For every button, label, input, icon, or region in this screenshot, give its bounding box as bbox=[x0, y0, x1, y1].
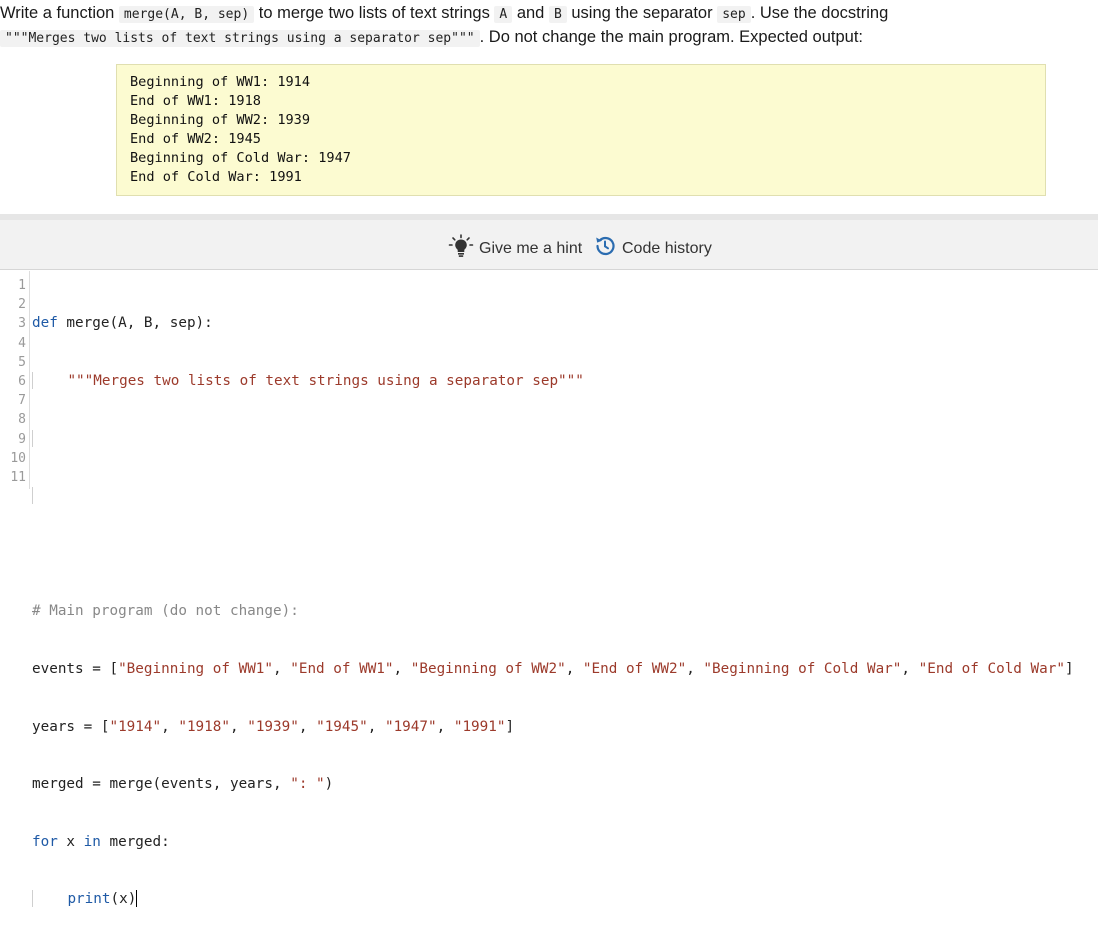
code-string: "End of Cold War" bbox=[918, 660, 1065, 677]
code-string: "1945" bbox=[316, 718, 368, 735]
code-sep: , bbox=[686, 660, 704, 677]
code-docstring: """Merges two lists of text strings usin… bbox=[67, 373, 584, 389]
code-string: ": " bbox=[290, 776, 325, 793]
code-sep: , bbox=[230, 718, 248, 735]
code-text: ] bbox=[505, 718, 515, 735]
code-text: (x) bbox=[110, 891, 137, 908]
code-history-label: Code history bbox=[622, 239, 712, 257]
code-builtin: print bbox=[67, 891, 111, 908]
code-sep: , bbox=[273, 660, 291, 677]
hint-button[interactable]: Give me a hint bbox=[448, 234, 582, 263]
instr-text: to merge two lists of text strings bbox=[254, 4, 495, 22]
code-sep: , bbox=[393, 660, 411, 677]
indent-guide bbox=[32, 487, 33, 505]
inline-code-b: B bbox=[548, 6, 567, 23]
task-instructions: Write a function merge(A, B, sep) to mer… bbox=[0, 2, 1098, 50]
code-line-1: def merge(A, B, sep): bbox=[32, 314, 1074, 333]
code-comment: # Main program (do not change): bbox=[32, 603, 299, 620]
inline-code-sep: sep bbox=[717, 6, 751, 23]
code-keyword: in bbox=[83, 833, 101, 850]
code-sep: , bbox=[901, 660, 919, 677]
code-sep: , bbox=[298, 718, 317, 735]
indent-guide bbox=[32, 372, 33, 389]
expected-output-box: Beginning of WW1: 1914 End of WW1: 1918 … bbox=[116, 64, 1046, 196]
indent-guide bbox=[32, 429, 33, 447]
code-text: merged = merge(events, years, bbox=[32, 776, 291, 793]
code-keyword: for bbox=[32, 833, 58, 850]
expected-output-line: Beginning of WW1: 1914 bbox=[130, 74, 311, 90]
expected-output-line: Beginning of WW2: 1939 bbox=[130, 112, 311, 128]
indent-guide bbox=[32, 890, 33, 908]
lightbulb-icon bbox=[448, 234, 474, 263]
line-number: 1 bbox=[18, 278, 26, 293]
code-sep: , bbox=[565, 660, 583, 677]
line-number-gutter: 1 2 3 4 5 6 7 8 9 10 11 bbox=[0, 276, 26, 487]
code-string: "1914" bbox=[109, 718, 162, 735]
code-lines[interactable]: def merge(A, B, sep): """Merges two list… bbox=[32, 276, 1074, 948]
code-keyword: def bbox=[32, 315, 58, 332]
instructions-line-1: Write a function merge(A, B, sep) to mer… bbox=[0, 2, 1098, 26]
code-line-9: merged = merge(events, years, ": ") bbox=[32, 775, 1074, 794]
code-text: ) bbox=[324, 776, 334, 793]
line-number: 10 bbox=[10, 450, 26, 466]
instructions-line-2: """Merges two lists of text strings usin… bbox=[0, 26, 1098, 50]
history-icon bbox=[593, 234, 617, 263]
hint-button-label: Give me a hint bbox=[479, 239, 583, 257]
code-string: "Beginning of WW1" bbox=[118, 660, 274, 677]
expected-output-line: End of WW2: 1945 bbox=[130, 131, 261, 147]
code-string: "End of WW2" bbox=[582, 660, 687, 677]
text-cursor bbox=[136, 890, 138, 908]
code-text: ] bbox=[1064, 660, 1074, 677]
instr-text: . Do not change the main program. Expect… bbox=[479, 28, 864, 46]
line-number: 3 bbox=[18, 316, 26, 332]
line-number: 7 bbox=[18, 393, 26, 409]
code-editor[interactable]: 1 2 3 4 5 6 7 8 9 10 11 def merge(A, B, … bbox=[0, 271, 1098, 908]
line-number: 5 bbox=[18, 354, 26, 370]
code-line-7: events = ["Beginning of WW1", "End of WW… bbox=[32, 660, 1074, 679]
code-text: events = [ bbox=[32, 660, 119, 677]
instr-text: . Use the docstring bbox=[750, 4, 889, 22]
code-line-8: years = ["1914", "1918", "1939", "1945",… bbox=[32, 718, 1074, 737]
editor-toolbar: Give me a hint Code history bbox=[0, 220, 1098, 270]
code-string: "End of WW1" bbox=[290, 660, 394, 677]
code-line-4 bbox=[32, 487, 1074, 506]
inline-code-a: A bbox=[494, 6, 513, 23]
code-string: "Beginning of Cold War" bbox=[703, 660, 902, 677]
code-sep: , bbox=[367, 718, 385, 735]
code-sep: , bbox=[436, 718, 454, 735]
code-line-11: print(x) bbox=[32, 890, 1074, 909]
code-text: merge(A, B, sep): bbox=[57, 315, 213, 332]
code-sep: , bbox=[161, 718, 179, 735]
line-number: 9 bbox=[18, 431, 26, 447]
instr-text: using the separator bbox=[566, 4, 718, 22]
code-line-2: """Merges two lists of text strings usin… bbox=[32, 372, 1074, 391]
expected-output-line: End of WW1: 1918 bbox=[130, 93, 261, 109]
code-string: "1918" bbox=[178, 718, 230, 735]
line-number: 8 bbox=[18, 412, 26, 428]
code-text: years = [ bbox=[32, 718, 110, 735]
code-string: "1991" bbox=[453, 718, 506, 735]
line-number: 11 bbox=[10, 470, 26, 486]
code-string: "1939" bbox=[247, 718, 299, 735]
code-line-10: for x in merged: bbox=[32, 833, 1074, 852]
gutter-border bbox=[29, 271, 30, 489]
code-line-3 bbox=[32, 429, 1074, 449]
line-number: 4 bbox=[18, 335, 26, 351]
code-string: "Beginning of WW2" bbox=[410, 660, 566, 677]
code-string: "1947" bbox=[384, 718, 437, 735]
code-text: x bbox=[57, 833, 84, 850]
code-history-button[interactable]: Code history bbox=[593, 234, 712, 263]
line-number: 6 bbox=[18, 374, 26, 390]
instr-text: and bbox=[512, 4, 549, 22]
expected-output-line: Beginning of Cold War: 1947 bbox=[130, 150, 351, 166]
inline-code-docstring: """Merges two lists of text strings usin… bbox=[0, 30, 480, 47]
line-number: 2 bbox=[18, 297, 26, 313]
code-line-6: # Main program (do not change): bbox=[32, 602, 1074, 621]
expected-output-line: End of Cold War: 1991 bbox=[130, 169, 302, 185]
instr-text: Write a function bbox=[0, 4, 119, 22]
code-text: merged: bbox=[100, 833, 170, 850]
inline-code-merge-signature: merge(A, B, sep) bbox=[118, 6, 255, 23]
